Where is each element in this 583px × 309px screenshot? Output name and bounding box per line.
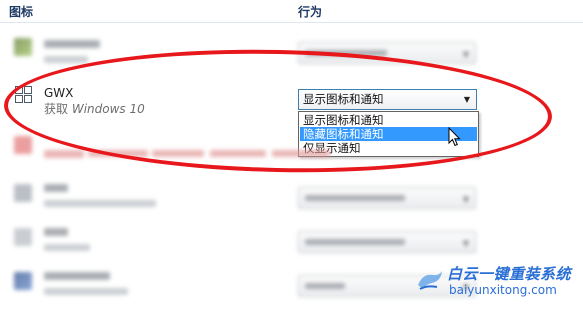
chevron-down-icon[interactable]: ▼ xyxy=(464,90,470,109)
table-row: ▼ xyxy=(0,222,583,262)
table-header: 图标 行为 xyxy=(0,0,583,24)
behavior-dropdown[interactable]: ▼ xyxy=(298,187,476,209)
behavior-dropdown[interactable]: ▼ xyxy=(298,231,476,253)
cloud-bird-logo-icon xyxy=(418,271,442,290)
app-icon xyxy=(14,38,32,56)
app-description: 获取 Windows 10 xyxy=(44,102,145,116)
table-row: ▼ xyxy=(0,178,583,218)
app-icon xyxy=(14,136,32,154)
app-name-block xyxy=(44,182,184,216)
behavior-dropdown[interactable]: ▼ xyxy=(298,42,476,64)
app-name-block xyxy=(44,270,184,304)
column-header-icon[interactable]: 图标 xyxy=(9,3,33,20)
app-name-block xyxy=(44,38,184,72)
watermark-title: 白云一键重装系统 xyxy=(447,265,572,283)
dropdown-value: 显示图标和通知 xyxy=(303,92,384,106)
table-row xyxy=(0,132,583,172)
app-name-block xyxy=(44,226,184,260)
mouse-pointer-icon xyxy=(448,127,461,147)
column-header-behavior[interactable]: 行为 xyxy=(298,3,322,20)
app-name: GWX xyxy=(44,86,74,100)
header-divider xyxy=(0,22,583,23)
watermark-url: baiyunxitong.com xyxy=(449,283,557,297)
app-icon xyxy=(14,272,32,290)
app-icon xyxy=(14,184,32,202)
windows-logo-icon xyxy=(15,86,33,104)
chevron-down-icon: ▼ xyxy=(462,195,469,204)
behavior-dropdown[interactable]: 显示图标和通知 ▼ xyxy=(298,89,477,110)
chevron-down-icon: ▼ xyxy=(462,239,469,248)
watermark: 白云一键重装系统 baiyunxitong.com xyxy=(415,263,575,303)
app-icon xyxy=(14,228,32,246)
app-name-block xyxy=(44,136,330,170)
table-row: ▼ xyxy=(0,34,583,74)
chevron-down-icon: ▼ xyxy=(462,50,469,59)
option-show-icon-and-notifications[interactable]: 显示图标和通知 xyxy=(300,113,477,127)
